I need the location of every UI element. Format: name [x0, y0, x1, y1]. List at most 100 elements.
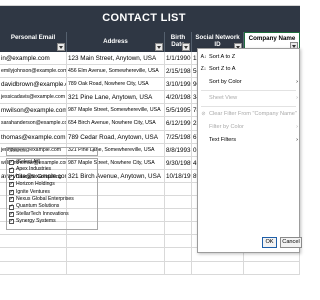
submenu-arrow-icon: › [296, 137, 298, 143]
filter-dropdown-email[interactable] [57, 43, 65, 51]
cell-birth[interactable]: 10/18/1994 [165, 169, 192, 183]
filter-value-label: Ignite Ventures [16, 188, 50, 195]
header-personal-email: Personal Email [0, 32, 67, 52]
filter-value-label: Apex Industries [16, 166, 52, 173]
cell-birth[interactable]: 3/10/1992 [165, 78, 192, 92]
search-placeholder: Search [9, 148, 26, 154]
filter-value-item[interactable]: Cascade Consulting [7, 174, 97, 181]
filter-by-color-item: Filter by Color › [198, 122, 301, 133]
checkbox-checked-icon[interactable] [9, 189, 14, 196]
cell-birth[interactable] [165, 222, 192, 236]
filter-menu: A↓ Sort A to Z Z↓ Sort Z to A Sort by Co… [197, 48, 300, 253]
submenu-arrow-icon: › [296, 79, 298, 85]
cell-email[interactable]: mwilson@example.com [0, 104, 67, 118]
filter-value-label: Cascade Consulting [16, 173, 62, 180]
cell-email[interactable]: thomas@example.com [0, 130, 67, 144]
filter-dropdown-address[interactable] [155, 43, 163, 51]
filter-value-label: Horizon Holdings [16, 181, 55, 188]
cell-birth[interactable] [165, 235, 192, 249]
cell-birth[interactable] [165, 261, 192, 275]
clear-filter-icon: ⊘ [201, 111, 206, 117]
sort-ascending-icon: A↓ [200, 54, 207, 60]
filter-value-item[interactable]: Nexus Global Enterprises [7, 196, 97, 203]
cell-email[interactable]: jessicadavis@example.com [0, 91, 67, 105]
ok-button[interactable]: OK [262, 237, 277, 248]
filter-value-item[interactable]: Apex Industries [7, 166, 97, 174]
sort-z-to-a-item[interactable]: Z↓ Sort Z to A [198, 64, 301, 75]
text-filters-label: Text Filters [209, 137, 237, 143]
filter-value-label: Nexus Global Enterprises [16, 195, 74, 202]
title-bar: CONTACT LIST [0, 6, 300, 32]
cell-birth[interactable]: 9/30/1989 [165, 156, 192, 170]
filter-value-label: Synergy Systems [16, 218, 56, 225]
checkbox-checked-icon[interactable] [9, 218, 14, 226]
cell-birth[interactable]: 8/8/1993 [165, 143, 192, 157]
checkbox-checked-icon[interactable] [9, 211, 14, 218]
sheet-view-label: Sheet View [209, 95, 238, 101]
header-address: Address [67, 32, 165, 52]
cell-address[interactable]: 789 Cedar Road, Anytown, USA [67, 130, 165, 144]
cell-birth[interactable] [165, 196, 192, 210]
cell-email[interactable]: in@example.com [0, 52, 67, 65]
text-filters-item[interactable]: Text Filters › [198, 135, 301, 146]
header-email-label: Personal Email [10, 34, 56, 41]
cell-address[interactable]: 123 Main Street, Anytown, USA [67, 52, 165, 65]
cell-company[interactable] [244, 261, 300, 275]
sort-by-color-item[interactable]: Sort by Color › [198, 77, 301, 88]
submenu-arrow-icon: › [296, 95, 298, 101]
filter-by-color-label: Filter by Color [209, 124, 244, 130]
cell-email[interactable] [0, 261, 67, 275]
cell-social[interactable] [192, 261, 244, 275]
cell-email[interactable]: sarahanderson@example.com [0, 117, 67, 131]
cell-address[interactable]: 456 Elm Avenue, Somewhereville, USA [67, 65, 165, 79]
cell-email[interactable] [0, 235, 67, 249]
filter-value-label: Quantum Solutions [16, 203, 60, 210]
filter-search-input[interactable]: Search ⌕ [6, 147, 98, 156]
sort-a-to-z-item[interactable]: A↓ Sort A to Z [198, 52, 301, 63]
header-birth-date: Birth Date [165, 32, 192, 52]
cell-address[interactable]: 654 Birch Avenue, Nowhere City, USA [67, 117, 165, 131]
sort-a-to-z-label: Sort A to Z [209, 54, 236, 60]
checkbox-checked-icon[interactable] [9, 159, 14, 166]
cell-birth[interactable]: 7/25/1987 [165, 130, 192, 144]
cell-birth[interactable]: 6/12/1991 [165, 117, 192, 131]
header-address-label: Address [103, 38, 128, 45]
cell-birth[interactable]: 4/20/1988 [165, 91, 192, 105]
cell-address[interactable]: 987 Maple Street, Somewhereville, USA [67, 104, 165, 118]
cell-address[interactable] [67, 235, 165, 249]
menu-divider [201, 90, 296, 91]
cell-birth[interactable] [165, 209, 192, 223]
checkbox-checked-icon[interactable] [9, 166, 14, 174]
filter-value-item[interactable]: Ignite Ventures [7, 189, 97, 196]
filter-value-item[interactable]: Horizon Holdings [7, 181, 97, 189]
cell-birth[interactable] [165, 182, 192, 196]
cell-address[interactable] [67, 261, 165, 275]
checkbox-checked-icon[interactable] [9, 196, 14, 203]
checkbox-checked-icon[interactable] [9, 203, 14, 211]
filter-value-item[interactable]: StellarTech Innovations [7, 211, 97, 218]
cell-birth[interactable] [165, 248, 192, 262]
sheet-title: CONTACT LIST [102, 12, 186, 24]
filter-value-item[interactable]: Synergy Systems [7, 218, 97, 226]
sheet-view-item: Sheet View › [198, 93, 301, 104]
cancel-button[interactable]: Cancel [280, 237, 302, 248]
cell-email[interactable]: davidbrown@example.com [0, 78, 67, 92]
cell-birth[interactable]: 1/1/1990 [165, 52, 192, 65]
table-row [0, 261, 300, 275]
cell-address[interactable]: 321 Pine Lane, Anytown, USA [67, 91, 165, 105]
search-icon: ⌕ [91, 148, 95, 154]
filter-dropdown-birth[interactable] [182, 43, 190, 51]
cell-email[interactable] [0, 248, 67, 262]
checkbox-checked-icon[interactable] [9, 181, 14, 189]
filter-value-item[interactable]: Quantum Solutions [7, 203, 97, 211]
filter-values-list: (Select All)Apex IndustriesCascade Consu… [6, 158, 98, 230]
spreadsheet: CONTACT LIST Personal Email Address Birt… [0, 0, 302, 300]
checkbox-checked-icon[interactable] [9, 174, 14, 181]
cell-email[interactable]: emilyjohnson@example.com [0, 65, 67, 79]
cell-birth[interactable]: 5/5/1995 [165, 104, 192, 118]
cell-address[interactable] [67, 248, 165, 262]
sort-z-to-a-label: Sort Z to A [209, 66, 236, 72]
cell-birth[interactable]: 2/15/1985 [165, 65, 192, 79]
cell-address[interactable]: 789 Oak Road, Nowhere City, USA [67, 78, 165, 92]
select-all-checkbox-item[interactable]: (Select All) [7, 159, 97, 166]
